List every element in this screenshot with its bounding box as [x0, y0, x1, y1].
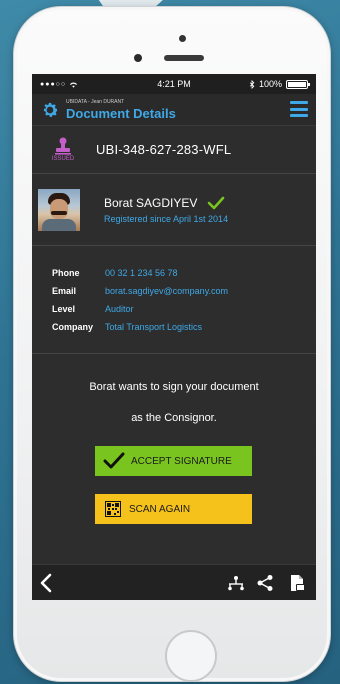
checkmark-icon — [208, 196, 225, 209]
scan-again-button[interactable]: SCAN AGAIN — [95, 494, 252, 524]
company-value: Total Transport Logistics — [105, 322, 203, 332]
detail-row-level: Level Auditor — [52, 300, 316, 318]
status-time: 4:21 PM — [157, 79, 191, 89]
front-camera — [134, 54, 142, 62]
message-line-2: as the Consignor. — [131, 412, 217, 424]
checkmark-icon — [103, 452, 125, 469]
battery-fill — [288, 81, 306, 87]
gear-icon — [43, 102, 58, 117]
chevron-left-icon[interactable] — [39, 573, 53, 593]
email-link[interactable]: borat.sagdiyev@company.com — [105, 286, 228, 296]
phone-screen: ●●●○○ 4:21 PM 100% UBIDATA - Jean DURANT… — [32, 74, 316, 600]
user-registered-since: Registered since April 1st 2014 — [104, 213, 229, 224]
home-button[interactable] — [165, 630, 217, 682]
user-name: Borat SAGDIYEV — [104, 195, 198, 210]
user-name-line: Borat SAGDIYEV — [104, 196, 228, 210]
user-row: Borat SAGDIYEV Registered since April 1s… — [32, 174, 316, 246]
detail-label-email: Email — [52, 286, 77, 296]
pdf-document-icon[interactable] — [288, 574, 306, 592]
document-row: ISSUED UBI-348-627-283-WFL — [32, 126, 316, 174]
document-status: ISSUED — [46, 137, 80, 162]
page-title: Document Details — [66, 105, 176, 121]
detail-row-phone: Phone 00 32 1 234 56 78 — [52, 264, 316, 282]
share-icon[interactable] — [256, 574, 274, 592]
level-value: Auditor — [105, 304, 134, 314]
stamp-icon — [55, 137, 71, 155]
detail-label-level: Level — [52, 304, 76, 314]
hamburger-menu-icon[interactable] — [290, 101, 308, 117]
detail-label-company: Company — [52, 322, 94, 332]
earpiece-speaker — [164, 55, 204, 61]
status-bar: ●●●○○ 4:21 PM 100% — [32, 74, 316, 94]
app-bar-subtitle: UBIDATA - Jean DURANT — [66, 98, 125, 105]
app-bar-titles: UBIDATA - Jean DURANT Document Details — [66, 98, 176, 121]
detail-row-email: Email borat.sagdiyev@company.com — [52, 282, 316, 300]
front-sensor — [179, 35, 186, 42]
document-id: UBI-348-627-283-WFL — [96, 142, 232, 157]
accept-signature-button[interactable]: ACCEPT SIGNATURE — [95, 446, 252, 476]
phone-link[interactable]: 00 32 1 234 56 78 — [105, 268, 178, 278]
user-info: Borat SAGDIYEV Registered since April 1s… — [104, 196, 228, 224]
network-icon[interactable] — [227, 574, 245, 592]
accept-signature-label: ACCEPT SIGNATURE — [131, 455, 232, 467]
signature-message: Borat wants to sign your document as the… — [32, 382, 316, 424]
detail-row-company: Company Total Transport Logistics — [52, 318, 316, 336]
battery-icon — [286, 79, 310, 89]
qr-code-icon — [105, 501, 121, 517]
bottom-toolbar — [32, 564, 316, 600]
status-badge: ISSUED — [51, 156, 75, 162]
app-bar: UBIDATA - Jean DURANT Document Details — [32, 94, 316, 126]
message-line-1: Borat wants to sign your document — [89, 381, 259, 393]
scan-again-label: SCAN AGAIN — [129, 503, 191, 515]
avatar — [38, 188, 80, 231]
user-details: Phone 00 32 1 234 56 78 Email borat.sagd… — [32, 246, 316, 354]
detail-label-phone: Phone — [52, 268, 80, 278]
